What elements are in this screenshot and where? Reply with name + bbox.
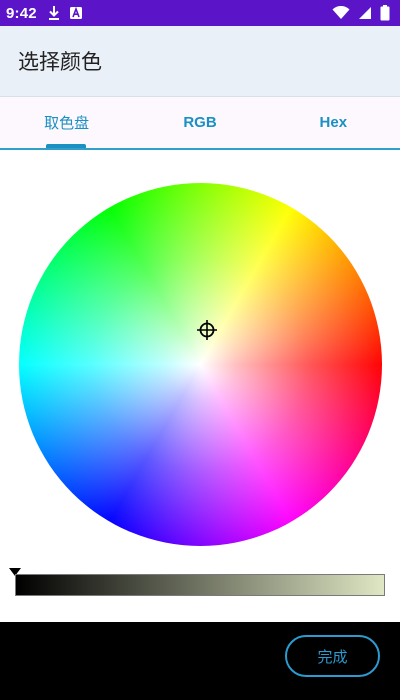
tab-color-wheel[interactable]: 取色盘	[0, 97, 133, 148]
color-picker-screen: 9:42 选择颜色 取色盘 RGB Hex 完成	[0, 0, 400, 700]
done-button-label: 完成	[317, 647, 348, 666]
dialog-title: 选择颜色	[18, 50, 102, 74]
status-left-icons	[47, 5, 83, 21]
download-icon	[47, 5, 61, 21]
crosshair-icon[interactable]	[196, 319, 218, 341]
saturation-overlay	[19, 183, 382, 546]
tab-bar: 取色盘 RGB Hex	[0, 97, 400, 150]
active-tab-indicator	[46, 144, 86, 148]
battery-icon	[380, 5, 390, 21]
signal-icon	[358, 6, 372, 20]
tab-hex[interactable]: Hex	[267, 97, 400, 148]
status-bar: 9:42	[0, 0, 400, 26]
done-button[interactable]: 完成	[285, 635, 380, 677]
a-badge-icon	[69, 6, 83, 20]
tab-label: Hex	[319, 114, 348, 131]
hue-saturation-wheel[interactable]	[19, 183, 382, 546]
status-right-icons	[332, 5, 390, 21]
wifi-icon	[332, 6, 350, 20]
dialog-header: 选择颜色	[0, 26, 400, 97]
status-time: 9:42	[6, 4, 37, 22]
tab-label: RGB	[183, 114, 217, 131]
bottom-action-bar: 完成	[0, 622, 400, 700]
tab-label: 取色盘	[44, 114, 90, 132]
tab-rgb[interactable]: RGB	[133, 97, 266, 148]
color-picker-panel	[0, 150, 400, 622]
brightness-slider[interactable]	[15, 574, 385, 596]
